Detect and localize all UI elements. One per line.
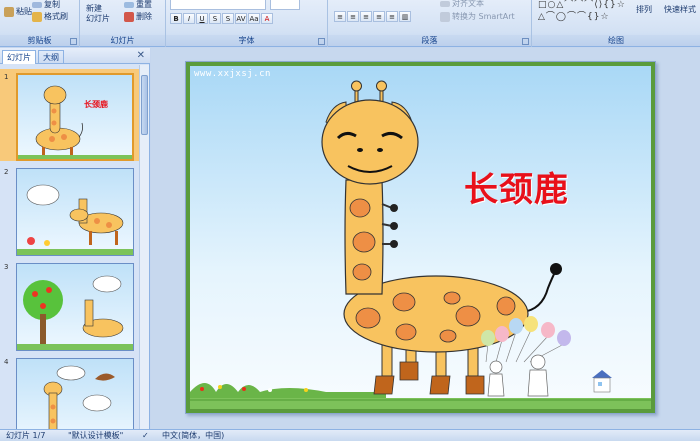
thumbnail-list: 1 长颈鹿 2 3 4 [0,65,140,429]
new-slide-button[interactable]: 新建 幻灯片 [86,4,110,24]
quick-styles-label: 快速样式 [664,5,696,14]
delete-label: 删除 [136,12,152,21]
copy-icon [32,1,42,8]
language-indicator[interactable]: 中文(简体，中国) [162,430,224,441]
pane-tabs: 幻灯片 大纲 ✕ [0,48,150,64]
font-name-select[interactable] [170,0,266,10]
slide-thumbnail-1[interactable]: 1 长颈鹿 [0,69,140,161]
ribbon: 粘贴 复制 格式刷 剪贴板 新建 幻灯片 重置 删除 幻灯片 B I U S S… [0,0,700,47]
font-group: B I U S S AV Aa A 字体 [166,0,328,47]
pane-scrollbar[interactable] [139,65,149,429]
slides-group: 新建 幻灯片 重置 删除 幻灯片 [80,0,166,47]
thumbnail-preview [16,358,134,429]
thumb-giraffe-scene [18,85,132,159]
delete-icon [124,11,134,22]
delete-button[interactable]: 删除 [124,11,152,22]
thumb-giraffes-scene [17,184,133,255]
reset-label: 重置 [136,0,152,9]
paste-label: 粘贴 [16,7,32,16]
slide-number: 3 [4,263,9,271]
quick-styles-button[interactable]: 快速样式 [664,4,696,15]
slide-thumbnail-3[interactable]: 3 [0,259,140,351]
tab-outline[interactable]: 大纲 [38,50,64,64]
italic-button[interactable]: I [183,13,195,24]
drawing-group: □○△⌒⌒⌒⟨⟩{}☆ △⌒◯⌒⌒{}☆ 排列 快速样式 绘图 [532,0,700,47]
new-slide-label-2: 幻灯片 [86,14,110,23]
brush-icon [32,11,42,22]
case-button[interactable]: Aa [248,13,260,24]
slides-group-label: 幻灯片 [80,35,165,46]
slide-number: 4 [4,358,9,366]
spacing-button[interactable]: AV [235,13,247,24]
scrollbar-thumb[interactable] [141,75,148,135]
paragraph-align-row: ≡ ≡ ≡ ≡ ≡ ▥ [334,11,411,22]
font-color-button[interactable]: A [261,13,273,24]
slide-counter: 幻灯片 1/7 [6,431,46,440]
thumb-title: 长颈鹿 [84,100,108,109]
thumbnail-preview [16,168,134,256]
current-slide[interactable]: www.xxjxsj.cn 长颈鹿 [185,61,656,414]
underline-button[interactable]: U [196,13,208,24]
copy-label: 复制 [44,0,60,9]
thumbnail-preview: 长颈鹿 [16,73,134,161]
shapes-gallery-row2[interactable]: △⌒◯⌒⌒{}☆ [538,9,610,22]
watermark: www.xxjxsj.cn [194,69,271,79]
paragraph-dialog-launcher[interactable] [522,38,529,45]
slides-pane: 幻灯片 大纲 ✕ 1 长颈鹿 2 3 4 [0,48,150,429]
thumbnail-preview [16,263,134,351]
align-text-icon [440,0,450,7]
strike-button[interactable]: S [209,13,221,24]
justify-button[interactable]: ≡ [373,11,385,22]
align-text-label: 对齐文本 [452,0,484,8]
format-painter-button[interactable]: 格式刷 [32,11,68,22]
font-format-row: B I U S S AV Aa A [170,13,273,24]
align-center-button[interactable]: ≡ [347,11,359,22]
tab-slides[interactable]: 幻灯片 [2,50,36,64]
status-bar: 幻灯片 1/7 "默认设计模板" ✓ 中文(简体，中国) [0,429,700,441]
slide-number: 1 [4,73,9,81]
thumb-bird-scene [43,365,115,429]
columns-button[interactable]: ▥ [399,11,411,22]
clipboard-group: 粘贴 复制 格式刷 剪贴板 [0,0,80,47]
convert-smartart-button[interactable]: 转换为 SmartArt [440,11,515,22]
pane-close-button[interactable]: ✕ [137,50,145,61]
drawing-group-label: 绘图 [532,35,700,46]
clipboard-dialog-launcher[interactable] [70,38,77,45]
font-size-select[interactable] [270,0,300,10]
clipboard-group-label: 剪贴板 [0,35,79,46]
spelling-check-icon[interactable]: ✓ [142,430,149,441]
thumb-tree-scene [17,275,133,350]
paste-icon [4,6,14,17]
font-dialog-launcher[interactable] [318,38,325,45]
slide-thumbnail-2[interactable]: 2 [0,164,140,256]
new-slide-label: 新建 [86,4,102,13]
bold-button[interactable]: B [170,13,182,24]
slide-editor: www.xxjxsj.cn 长颈鹿 [151,48,700,429]
giraffe-tail-tip [550,263,562,275]
convert-smartart-label: 转换为 SmartArt [452,12,515,21]
paragraph-group-label: 段落 [328,35,531,46]
format-painter-label: 格式刷 [44,12,68,21]
align-text-button[interactable]: 对齐文本 [440,0,484,9]
slide-number: 2 [4,168,9,176]
smartart-icon [440,11,450,22]
shadow-button[interactable]: S [222,13,234,24]
align-left-button[interactable]: ≡ [334,11,346,22]
align-right-button[interactable]: ≡ [360,11,372,22]
arrange-label: 排列 [636,5,652,14]
reset-button[interactable]: 重置 [124,0,152,10]
theme-name: "默认设计模板" [68,431,124,440]
slide-title[interactable]: 长颈鹿 [464,162,569,211]
copy-button[interactable]: 复制 [32,0,60,10]
slide-thumbnail-4[interactable]: 4 [0,354,140,429]
arrange-button[interactable]: 排列 [636,4,652,15]
paragraph-group: ≡ ≡ ≡ ≡ ≡ ▥ 对齐文本 转换为 SmartArt 段落 [328,0,532,47]
font-group-label: 字体 [166,35,327,46]
distribute-button[interactable]: ≡ [386,11,398,22]
reset-icon [124,1,134,8]
paste-button[interactable]: 粘贴 [4,6,32,17]
giraffe-illustration [186,62,655,413]
